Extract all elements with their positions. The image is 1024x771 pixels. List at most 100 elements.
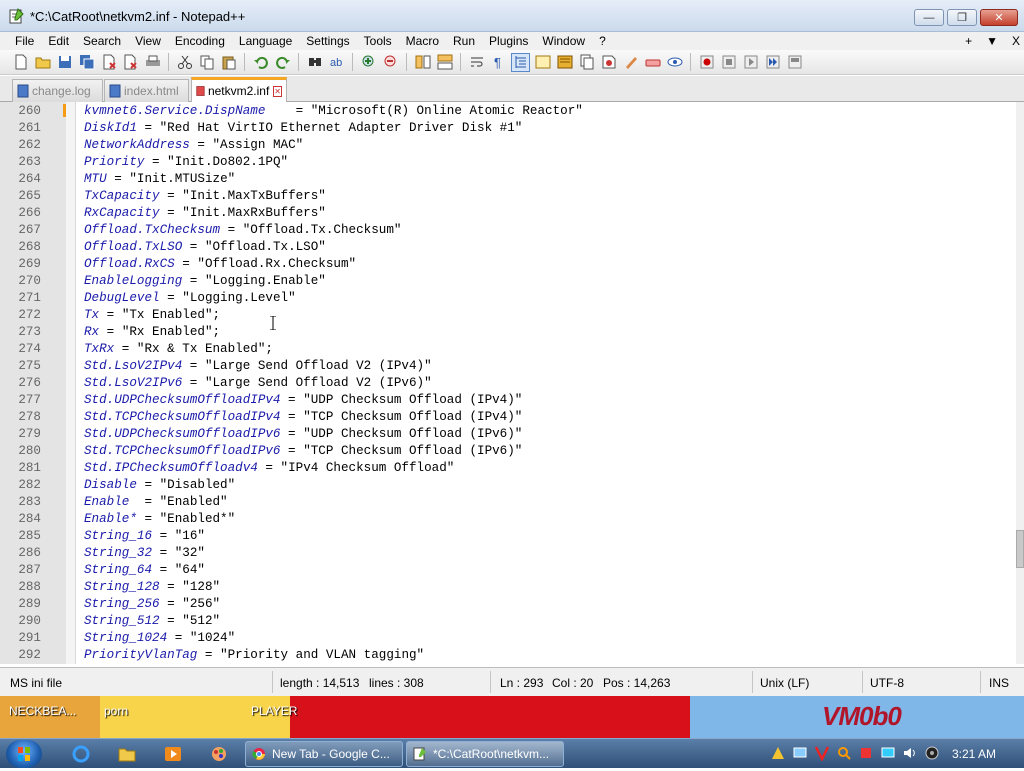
code-lines[interactable]: 260 kvmnet6.Service.DispName = "Microsoft… bbox=[0, 103, 1016, 664]
find-icon[interactable] bbox=[305, 53, 324, 72]
user-lang-icon[interactable] bbox=[533, 53, 552, 72]
code-line[interactable]: 268 Offload.TxLSO = "Offload.Tx.LSO" bbox=[0, 239, 1016, 256]
run-macro-multiple-icon[interactable] bbox=[763, 53, 782, 72]
zoom-in-icon[interactable] bbox=[359, 53, 378, 72]
code-line[interactable]: 272 Tx = "Tx Enabled"; bbox=[0, 307, 1016, 324]
menu-window[interactable]: Window bbox=[535, 32, 592, 50]
vertical-scrollbar[interactable] bbox=[1016, 102, 1024, 664]
code-text[interactable]: Std.UDPChecksumOffloadIPv6 = "UDP Checks… bbox=[84, 426, 522, 443]
internet-explorer-icon[interactable] bbox=[72, 745, 90, 763]
menu-macro[interactable]: Macro bbox=[399, 32, 446, 50]
open-file-icon[interactable] bbox=[33, 53, 52, 72]
code-line[interactable]: 261 DiskId1 = "Red Hat VirtIO Ethernet Ad… bbox=[0, 120, 1016, 137]
play-macro-icon[interactable] bbox=[741, 53, 760, 72]
code-line[interactable]: 280 Std.TCPChecksumOffloadIPv6 = "TCP Che… bbox=[0, 443, 1016, 460]
code-text[interactable]: Std.IPChecksumOffloadv4 = "IPv4 Checksum… bbox=[84, 460, 454, 477]
code-text[interactable]: EnableLogging = "Logging.Enable" bbox=[84, 273, 326, 290]
code-text[interactable]: String_16 = "16" bbox=[84, 528, 205, 545]
sync-vertical-icon[interactable] bbox=[413, 53, 432, 72]
code-text[interactable]: Std.TCPChecksumOffloadIPv4 = "TCP Checks… bbox=[84, 409, 522, 426]
new-file-icon[interactable] bbox=[11, 53, 30, 72]
code-text[interactable]: TxRx = "Rx & Tx Enabled"; bbox=[84, 341, 273, 358]
action-center-icon[interactable] bbox=[770, 745, 786, 761]
save-icon[interactable] bbox=[55, 53, 74, 72]
tab-change-log[interactable]: change.log bbox=[12, 79, 103, 102]
close-button[interactable]: ✕ bbox=[980, 9, 1018, 26]
code-text[interactable]: kvmnet6.Service.DispName = "Microsoft(R)… bbox=[84, 103, 583, 120]
code-line[interactable]: 288 String_128 = "128" bbox=[0, 579, 1016, 596]
code-text[interactable]: String_64 = "64" bbox=[84, 562, 205, 579]
tab-index-html[interactable]: index.html bbox=[104, 79, 189, 102]
taskbar-notepadpp-button[interactable]: *C:\CatRoot\netkvm... bbox=[406, 741, 564, 767]
scrollbar-thumb[interactable] bbox=[1016, 530, 1024, 568]
code-line[interactable]: 286 String_32 = "32" bbox=[0, 545, 1016, 562]
file-explorer-icon[interactable] bbox=[118, 745, 136, 763]
eye-icon[interactable] bbox=[665, 53, 684, 72]
code-text[interactable]: RxCapacity = "Init.MaxRxBuffers" bbox=[84, 205, 326, 222]
cut-icon[interactable] bbox=[175, 53, 194, 72]
menu-view[interactable]: View bbox=[128, 32, 168, 50]
tab-list-dropdown-button[interactable]: ▼ bbox=[986, 32, 998, 50]
menu-plugins[interactable]: Plugins bbox=[482, 32, 535, 50]
code-line[interactable]: 289 String_256 = "256" bbox=[0, 596, 1016, 613]
stop-macro-icon[interactable] bbox=[719, 53, 738, 72]
indent-guide-icon[interactable] bbox=[511, 52, 530, 72]
code-line[interactable]: 279 Std.UDPChecksumOffloadIPv6 = "UDP Che… bbox=[0, 426, 1016, 443]
code-line[interactable]: 277 Std.UDPChecksumOffloadIPv4 = "UDP Che… bbox=[0, 392, 1016, 409]
code-line[interactable]: 260 kvmnet6.Service.DispName = "Microsoft… bbox=[0, 103, 1016, 120]
code-line[interactable]: 267 Offload.TxChecksum = "Offload.Tx.Chec… bbox=[0, 222, 1016, 239]
close-document-button[interactable]: X bbox=[1012, 32, 1020, 50]
code-text[interactable]: Offload.TxChecksum = "Offload.Tx.Checksu… bbox=[84, 222, 401, 239]
code-text[interactable]: String_256 = "256" bbox=[84, 596, 220, 613]
menu-search[interactable]: Search bbox=[76, 32, 128, 50]
code-text[interactable]: String_128 = "128" bbox=[84, 579, 220, 596]
code-line[interactable]: 291 String_1024 = "1024" bbox=[0, 630, 1016, 647]
code-text[interactable]: Offload.TxLSO = "Offload.Tx.LSO" bbox=[84, 239, 326, 256]
code-line[interactable]: 269 Offload.RxCS = "Offload.Rx.Checksum" bbox=[0, 256, 1016, 273]
code-text[interactable]: String_1024 = "1024" bbox=[84, 630, 235, 647]
code-text[interactable]: Offload.RxCS = "Offload.Rx.Checksum" bbox=[84, 256, 356, 273]
maximize-button[interactable]: ❐ bbox=[947, 9, 977, 26]
redo-icon[interactable] bbox=[273, 53, 292, 72]
code-text[interactable]: Tx = "Tx Enabled"; bbox=[84, 307, 220, 324]
code-line[interactable]: 292 PriorityVlanTag = "Priority and VLAN … bbox=[0, 647, 1016, 664]
network-icon[interactable] bbox=[792, 745, 808, 761]
code-line[interactable]: 273 Rx = "Rx Enabled"; bbox=[0, 324, 1016, 341]
tab-close-icon[interactable]: ✕ bbox=[273, 85, 282, 97]
code-text[interactable]: Std.UDPChecksumOffloadIPv4 = "UDP Checks… bbox=[84, 392, 522, 409]
code-text[interactable]: MTU = "Init.MTUSize" bbox=[84, 171, 235, 188]
menu-tools[interactable]: Tools bbox=[357, 32, 399, 50]
code-line[interactable]: 266 RxCapacity = "Init.MaxRxBuffers" bbox=[0, 205, 1016, 222]
paste-icon[interactable] bbox=[219, 53, 238, 72]
webcam-icon[interactable] bbox=[924, 745, 940, 761]
new-tab-plus-button[interactable]: + bbox=[965, 32, 972, 50]
code-text[interactable]: Enable = "Enabled" bbox=[84, 494, 228, 511]
code-line[interactable]: 265 TxCapacity = "Init.MaxTxBuffers" bbox=[0, 188, 1016, 205]
editor[interactable]: 260 kvmnet6.Service.DispName = "Microsoft… bbox=[0, 102, 1016, 664]
media-player-icon[interactable] bbox=[164, 745, 182, 763]
code-line[interactable]: 290 String_512 = "512" bbox=[0, 613, 1016, 630]
code-line[interactable]: 275 Std.LsoV2IPv4 = "Large Send Offload V… bbox=[0, 358, 1016, 375]
close-all-icon[interactable] bbox=[121, 53, 140, 72]
code-text[interactable]: String_512 = "512" bbox=[84, 613, 220, 630]
code-line[interactable]: 264 MTU = "Init.MTUSize" bbox=[0, 171, 1016, 188]
code-text[interactable]: DebugLevel = "Logging.Level" bbox=[84, 290, 296, 307]
code-line[interactable]: 282 Disable = "Disabled" bbox=[0, 477, 1016, 494]
menu-file[interactable]: File bbox=[0, 32, 41, 50]
code-text[interactable]: Disable = "Disabled" bbox=[84, 477, 235, 494]
eraser-icon[interactable] bbox=[643, 53, 662, 72]
copy-icon[interactable] bbox=[197, 53, 216, 72]
display-icon[interactable] bbox=[880, 745, 896, 761]
menu-settings[interactable]: Settings bbox=[299, 32, 356, 50]
code-text[interactable]: NetworkAddress = "Assign MAC" bbox=[84, 137, 303, 154]
code-line[interactable]: 271 DebugLevel = "Logging.Level" bbox=[0, 290, 1016, 307]
code-text[interactable]: Priority = "Init.Do802.1PQ" bbox=[84, 154, 288, 171]
search-icon[interactable] bbox=[836, 745, 852, 761]
desktop-icon-label[interactable]: PLAYER bbox=[251, 704, 297, 718]
code-line[interactable]: 276 Std.LsoV2IPv6 = "Large Send Offload V… bbox=[0, 375, 1016, 392]
code-line[interactable]: 285 String_16 = "16" bbox=[0, 528, 1016, 545]
code-text[interactable]: TxCapacity = "Init.MaxTxBuffers" bbox=[84, 188, 326, 205]
taskbar-chrome-button[interactable]: New Tab - Google C... bbox=[245, 741, 403, 767]
menu-encoding[interactable]: Encoding bbox=[168, 32, 232, 50]
code-text[interactable]: Std.TCPChecksumOffloadIPv6 = "TCP Checks… bbox=[84, 443, 522, 460]
